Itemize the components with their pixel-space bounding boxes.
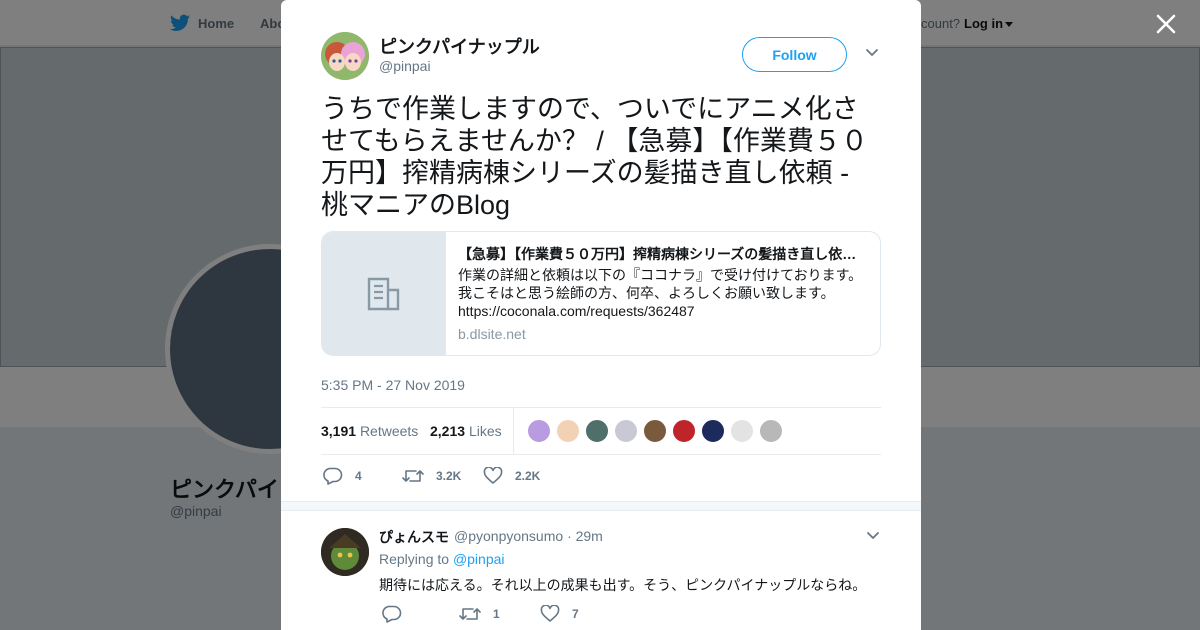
likes-stat[interactable]: 2,213 Likes — [430, 423, 502, 439]
retweet-icon — [402, 470, 424, 482]
reply-text: 期待には応える。それ以上の成果も出す。そう、ピンクパイナップルならね。 — [379, 577, 867, 593]
reply-icon — [323, 467, 343, 485]
like-action[interactable]: 2.2K — [483, 467, 540, 485]
replying-to-handle[interactable]: @pinpai — [453, 551, 505, 567]
reply-like-action[interactable]: 7 — [540, 605, 579, 623]
card-title: 【急募】【作業費５０万円】搾精病棟シリーズの髪描き直し依… — [458, 246, 857, 262]
retweets-label: Retweets — [359, 423, 419, 439]
reply-handle-text: @pyonpyonsumo — [454, 528, 564, 544]
tweet-stats: 3,191 Retweets 2,213 Likes — [321, 407, 881, 455]
liker-avatar[interactable] — [527, 419, 551, 443]
reply-retweet-count: 1 — [493, 607, 500, 621]
reply-icon — [382, 605, 402, 623]
author-name[interactable]: ピンクパイナップル — [379, 33, 540, 59]
author-handle[interactable]: @pinpai — [379, 58, 431, 74]
author-avatar-image — [321, 32, 369, 80]
chevron-down-icon[interactable] — [866, 531, 880, 541]
stats-divider — [513, 408, 514, 454]
reply-like-count: 7 — [572, 607, 579, 621]
reply-avatar[interactable] — [321, 528, 369, 576]
card-thumbnail — [322, 232, 446, 355]
reply-time[interactable]: · 29m — [567, 528, 603, 544]
heart-icon — [483, 467, 503, 484]
liker-avatar[interactable] — [730, 419, 754, 443]
likes-label: Likes — [468, 423, 502, 439]
liker-avatar[interactable] — [759, 419, 783, 443]
liker-avatar[interactable] — [585, 419, 609, 443]
likes-count: 2,213 — [430, 423, 466, 439]
reply-count: 4 — [355, 469, 362, 483]
close-icon[interactable] — [1155, 13, 1177, 35]
liker-avatar[interactable] — [701, 419, 725, 443]
like-count: 2.2K — [515, 469, 541, 483]
tweet-text: うちで作業しますので、ついでにアニメ化させてもらえませんか？ / 【急募】【作業… — [321, 94, 868, 220]
reply-retweet-action[interactable]: 1 — [459, 605, 500, 623]
follow-button[interactable]: Follow — [742, 37, 847, 72]
tweet-modal: ピンクパイナップル @pinpai Follow うちで作業しますので、ついでに… — [281, 0, 921, 630]
liker-avatar[interactable] — [643, 419, 667, 443]
heart-icon — [540, 605, 560, 622]
reply-avatar-image — [321, 528, 369, 576]
card-domain: b.dlsite.net — [458, 326, 526, 342]
reply-author-handle[interactable]: @pyonpyonsumo · 29m — [454, 528, 603, 544]
retweet-icon — [459, 608, 481, 620]
link-card[interactable]: 【急募】【作業費５０万円】搾精病棟シリーズの髪描き直し依… 作業の詳細と依頼は以… — [321, 231, 881, 356]
liker-avatar[interactable] — [556, 419, 580, 443]
retweet-count: 3.2K — [436, 469, 462, 483]
chevron-down-icon[interactable] — [865, 48, 879, 58]
thread-separator — [281, 501, 921, 511]
liker-avatars — [527, 419, 783, 443]
replying-to: Replying to @pinpai — [379, 551, 505, 567]
replying-to-prefix: Replying to — [379, 551, 450, 567]
author-avatar[interactable] — [321, 32, 369, 80]
liker-avatar[interactable] — [672, 419, 696, 443]
card-description-line: https://coconala.com/requests/362487 — [458, 303, 695, 319]
card-description-line: 我こそはと思う絵師の方、何卒、よろしくお願い致します。 — [458, 285, 835, 301]
reply-action[interactable]: 4 — [323, 467, 362, 485]
reply-reply-action[interactable] — [382, 605, 414, 623]
card-description: 作業の詳細と依頼は以下の『ココナラ』で受け付けております。 我こそはと思う絵師の… — [458, 266, 870, 320]
card-description-line: 作業の詳細と依頼は以下の『ココナラ』で受け付けております。 — [458, 267, 863, 283]
retweets-count: 3,191 — [321, 423, 357, 439]
retweet-action[interactable]: 3.2K — [402, 467, 461, 485]
reply-author-name[interactable]: ぴょんスモ — [379, 527, 449, 547]
document-icon — [367, 277, 400, 311]
liker-avatar[interactable] — [614, 419, 638, 443]
retweets-stat[interactable]: 3,191 Retweets — [321, 423, 418, 439]
tweet-timestamp[interactable]: 5:35 PM - 27 Nov 2019 — [321, 377, 465, 393]
